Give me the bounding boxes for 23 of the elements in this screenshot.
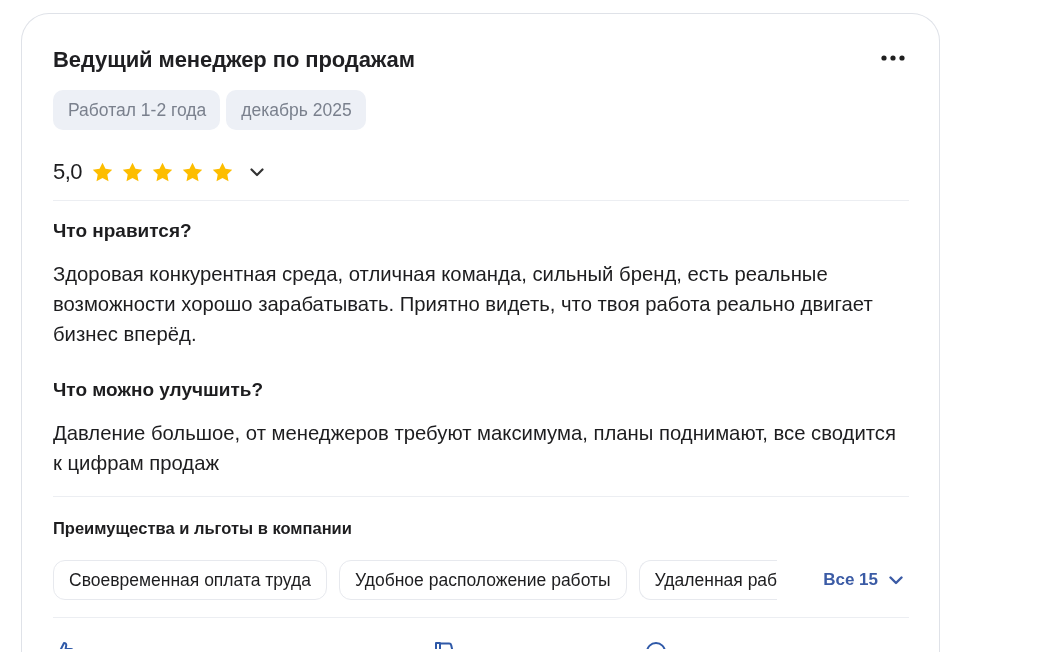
star-filled-icon	[212, 162, 234, 182]
section-heading: Что можно улучшить?	[53, 378, 265, 402]
comment-icon[interactable]	[645, 641, 667, 649]
review-text: Здоровая конкурентная среда, отличная команда, сильный бренд, есть реальные возможности хорошо зарабатывать. Приятно видеть, что твоя работа реально двигает бизнес вперёд.	[53, 262, 874, 347]
tag: Работал 1-2 года	[53, 90, 221, 130]
benefit-chip: Удобное расположение работы	[339, 560, 627, 600]
benefit-chip: Удаленная раб	[638, 560, 778, 600]
tag: декабрь 2025	[226, 90, 366, 130]
thumb-down-icon[interactable]	[433, 641, 455, 649]
star-filled-icon	[152, 162, 174, 182]
section-heading: Что нравится?	[53, 219, 193, 243]
star-filled-icon	[92, 162, 114, 182]
star-filled-icon	[182, 162, 204, 182]
review-title: Ведущий менеджер по продажам	[53, 47, 415, 73]
rating-score: 5,0	[53, 158, 83, 186]
show-all-benefits-link[interactable]: Все 15	[823, 570, 903, 590]
chevron-down-icon	[250, 167, 265, 177]
more-icon	[881, 55, 905, 61]
review-text: Давление большое, от менеджеров требуют максимума, планы поднимают, все сводится к цифрам продаж	[53, 421, 897, 476]
benefits-heading: Преимущества и льготы в компании	[53, 518, 353, 538]
benefit-chip: Своевременная оплата труда	[53, 560, 327, 600]
star-filled-icon	[122, 162, 144, 182]
chevron-down-icon	[889, 575, 903, 585]
